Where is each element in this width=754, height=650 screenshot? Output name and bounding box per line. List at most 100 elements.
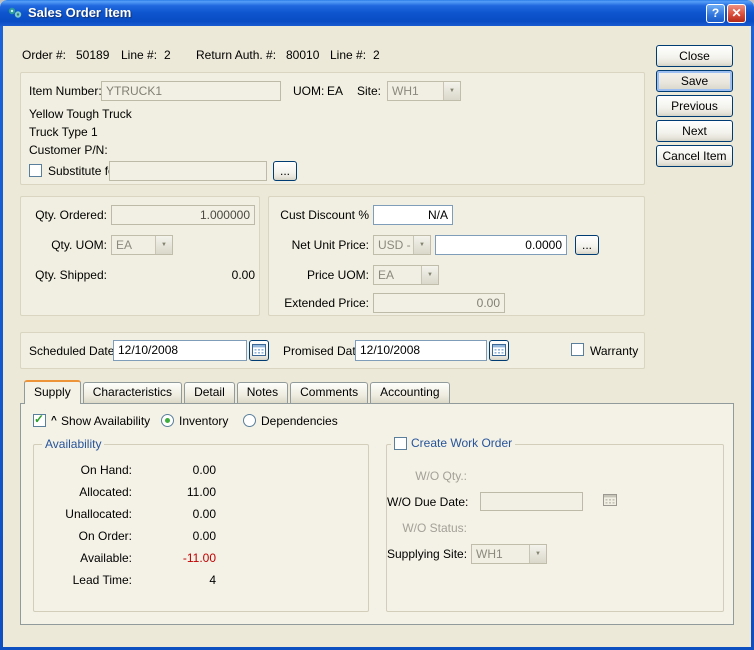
collapse-icon[interactable]: ^ [51, 415, 57, 426]
allocated-value: 11.00 [144, 485, 216, 499]
on-hand-value: 0.00 [144, 463, 216, 477]
substitute-checkbox[interactable] [29, 164, 42, 177]
show-availability-label: Show Availability [61, 414, 150, 428]
create-work-order-label: Create Work Order [411, 436, 512, 450]
calendar-icon [492, 343, 506, 359]
item-number-label: Item Number: [29, 84, 102, 98]
dependencies-radio[interactable] [243, 414, 256, 427]
qty-group: Qty. Ordered: 1.000000 Qty. UOM: EA ▼ Qt… [20, 196, 260, 316]
titlebar[interactable]: Sales Order Item ? ✕ [0, 0, 754, 26]
create-work-order-checkbox[interactable] [394, 437, 407, 450]
availability-row: Unallocated: 0.00 [64, 507, 364, 523]
extended-price-label: Extended Price: [273, 296, 369, 310]
qty-ordered-field: 1.000000 [111, 205, 255, 225]
tab-comments[interactable]: Comments [290, 382, 368, 403]
price-lookup-button[interactable]: ... [575, 235, 599, 255]
next-button[interactable]: Next [656, 120, 733, 142]
tab-accounting[interactable]: Accounting [370, 382, 449, 403]
close-window-button[interactable]: ✕ [727, 4, 746, 23]
return-auth-label: Return Auth. #: [196, 48, 276, 62]
tab-detail[interactable]: Detail [184, 382, 235, 403]
extended-price-field: 0.00 [373, 293, 505, 313]
previous-button[interactable]: Previous [656, 95, 733, 117]
inventory-radio[interactable] [161, 414, 174, 427]
check-icon: ✓ [34, 414, 45, 425]
line-number-value: 2 [164, 48, 171, 62]
availability-group: Availability On Hand: 0.00 Allocated: 11… [33, 444, 369, 612]
cancel-item-button[interactable]: Cancel Item [656, 145, 733, 167]
dependencies-label: Dependencies [261, 414, 338, 428]
line-number2-value: 2 [373, 48, 380, 62]
available-label: Available: [64, 551, 132, 565]
item-description-2: Truck Type 1 [29, 125, 98, 139]
sales-order-item-window: Sales Order Item ? ✕ Order #: 50189 Line… [0, 0, 754, 650]
availability-row: On Hand: 0.00 [64, 463, 364, 479]
item-description-1: Yellow Tough Truck [29, 107, 132, 121]
cust-discount-label: Cust Discount % [273, 208, 369, 222]
chevron-down-icon: ▼ [443, 82, 460, 100]
availability-title: Availability [42, 437, 104, 451]
supplying-site-label: Supplying Site: [387, 547, 467, 561]
scheduled-date-calendar-button[interactable] [249, 340, 269, 361]
promised-date-calendar-button[interactable] [489, 340, 509, 361]
lead-time-label: Lead Time: [64, 573, 132, 587]
wo-status-label: W/O Status: [387, 521, 467, 535]
customer-pn-label: Customer P/N: [29, 143, 108, 157]
return-auth-value: 80010 [286, 48, 319, 62]
chevron-down-icon: ▼ [413, 236, 430, 254]
promised-date-field[interactable]: 12/10/2008 [355, 340, 487, 361]
wo-due-date-calendar-button [603, 493, 617, 509]
unallocated-value: 0.00 [144, 507, 216, 521]
dates-group: Scheduled Date: 12/10/2008 Promised Date… [20, 332, 645, 369]
window-title: Sales Order Item [28, 5, 131, 20]
site-select: WH1 ▼ [387, 81, 461, 101]
uom-value: EA [327, 84, 343, 98]
price-uom-select: EA ▼ [373, 265, 439, 285]
available-value: -11.00 [144, 551, 216, 565]
site-value: WH1 [388, 82, 443, 100]
calendar-icon [603, 495, 617, 509]
help-button[interactable]: ? [706, 4, 725, 23]
net-unit-price-field[interactable]: 0.0000 [435, 235, 567, 255]
inventory-label: Inventory [179, 414, 228, 428]
wo-due-date-label: W/O Due Date: [387, 495, 467, 509]
supplying-site-select: WH1 ▼ [471, 544, 547, 564]
tab-characteristics[interactable]: Characteristics [83, 382, 182, 403]
scheduled-date-field[interactable]: 12/10/2008 [113, 340, 247, 361]
tab-notes[interactable]: Notes [237, 382, 288, 403]
lead-time-value: 4 [144, 573, 216, 587]
close-button[interactable]: Close [656, 45, 733, 67]
chevron-down-icon: ▼ [155, 236, 172, 254]
line-number2-label: Line #: [330, 48, 366, 62]
scheduled-date-label: Scheduled Date: [29, 344, 118, 358]
qty-uom-value: EA [112, 236, 155, 254]
currency-value: USD - $ [374, 236, 413, 254]
warranty-checkbox[interactable] [571, 343, 584, 356]
cust-discount-field[interactable]: N/A [373, 205, 453, 225]
chevron-down-icon: ▼ [421, 266, 438, 284]
uom-label: UOM: [293, 84, 324, 98]
line-number-label: Line #: [121, 48, 157, 62]
substitute-lookup-button[interactable]: ... [273, 161, 297, 181]
availability-row: Allocated: 11.00 [64, 485, 364, 501]
site-label: Site: [357, 84, 381, 98]
save-button[interactable]: Save [656, 70, 733, 92]
order-number-value: 50189 [76, 48, 109, 62]
supplying-site-value: WH1 [472, 545, 529, 563]
availability-row: On Order: 0.00 [64, 529, 364, 545]
window-border [0, 26, 3, 650]
qty-uom-label: Qty. UOM: [25, 238, 107, 252]
qty-uom-select: EA ▼ [111, 235, 173, 255]
unallocated-label: Unallocated: [64, 507, 132, 521]
show-availability-checkbox[interactable]: ✓ [33, 414, 46, 427]
currency-select: USD - $ ▼ [373, 235, 431, 255]
item-group: Item Number: YTRUCK1 UOM: EA Site: WH1 ▼… [20, 72, 645, 185]
radio-dot [165, 418, 170, 423]
warranty-label: Warranty [590, 344, 638, 358]
net-unit-price-label: Net Unit Price: [273, 238, 369, 252]
on-order-value: 0.00 [144, 529, 216, 543]
availability-row: Available: -11.00 [64, 551, 364, 567]
tab-supply[interactable]: Supply [24, 380, 81, 404]
chevron-down-icon: ▼ [529, 545, 546, 563]
supply-tab-panel: ✓ ^ Show Availability Inventory Dependen… [20, 403, 734, 625]
